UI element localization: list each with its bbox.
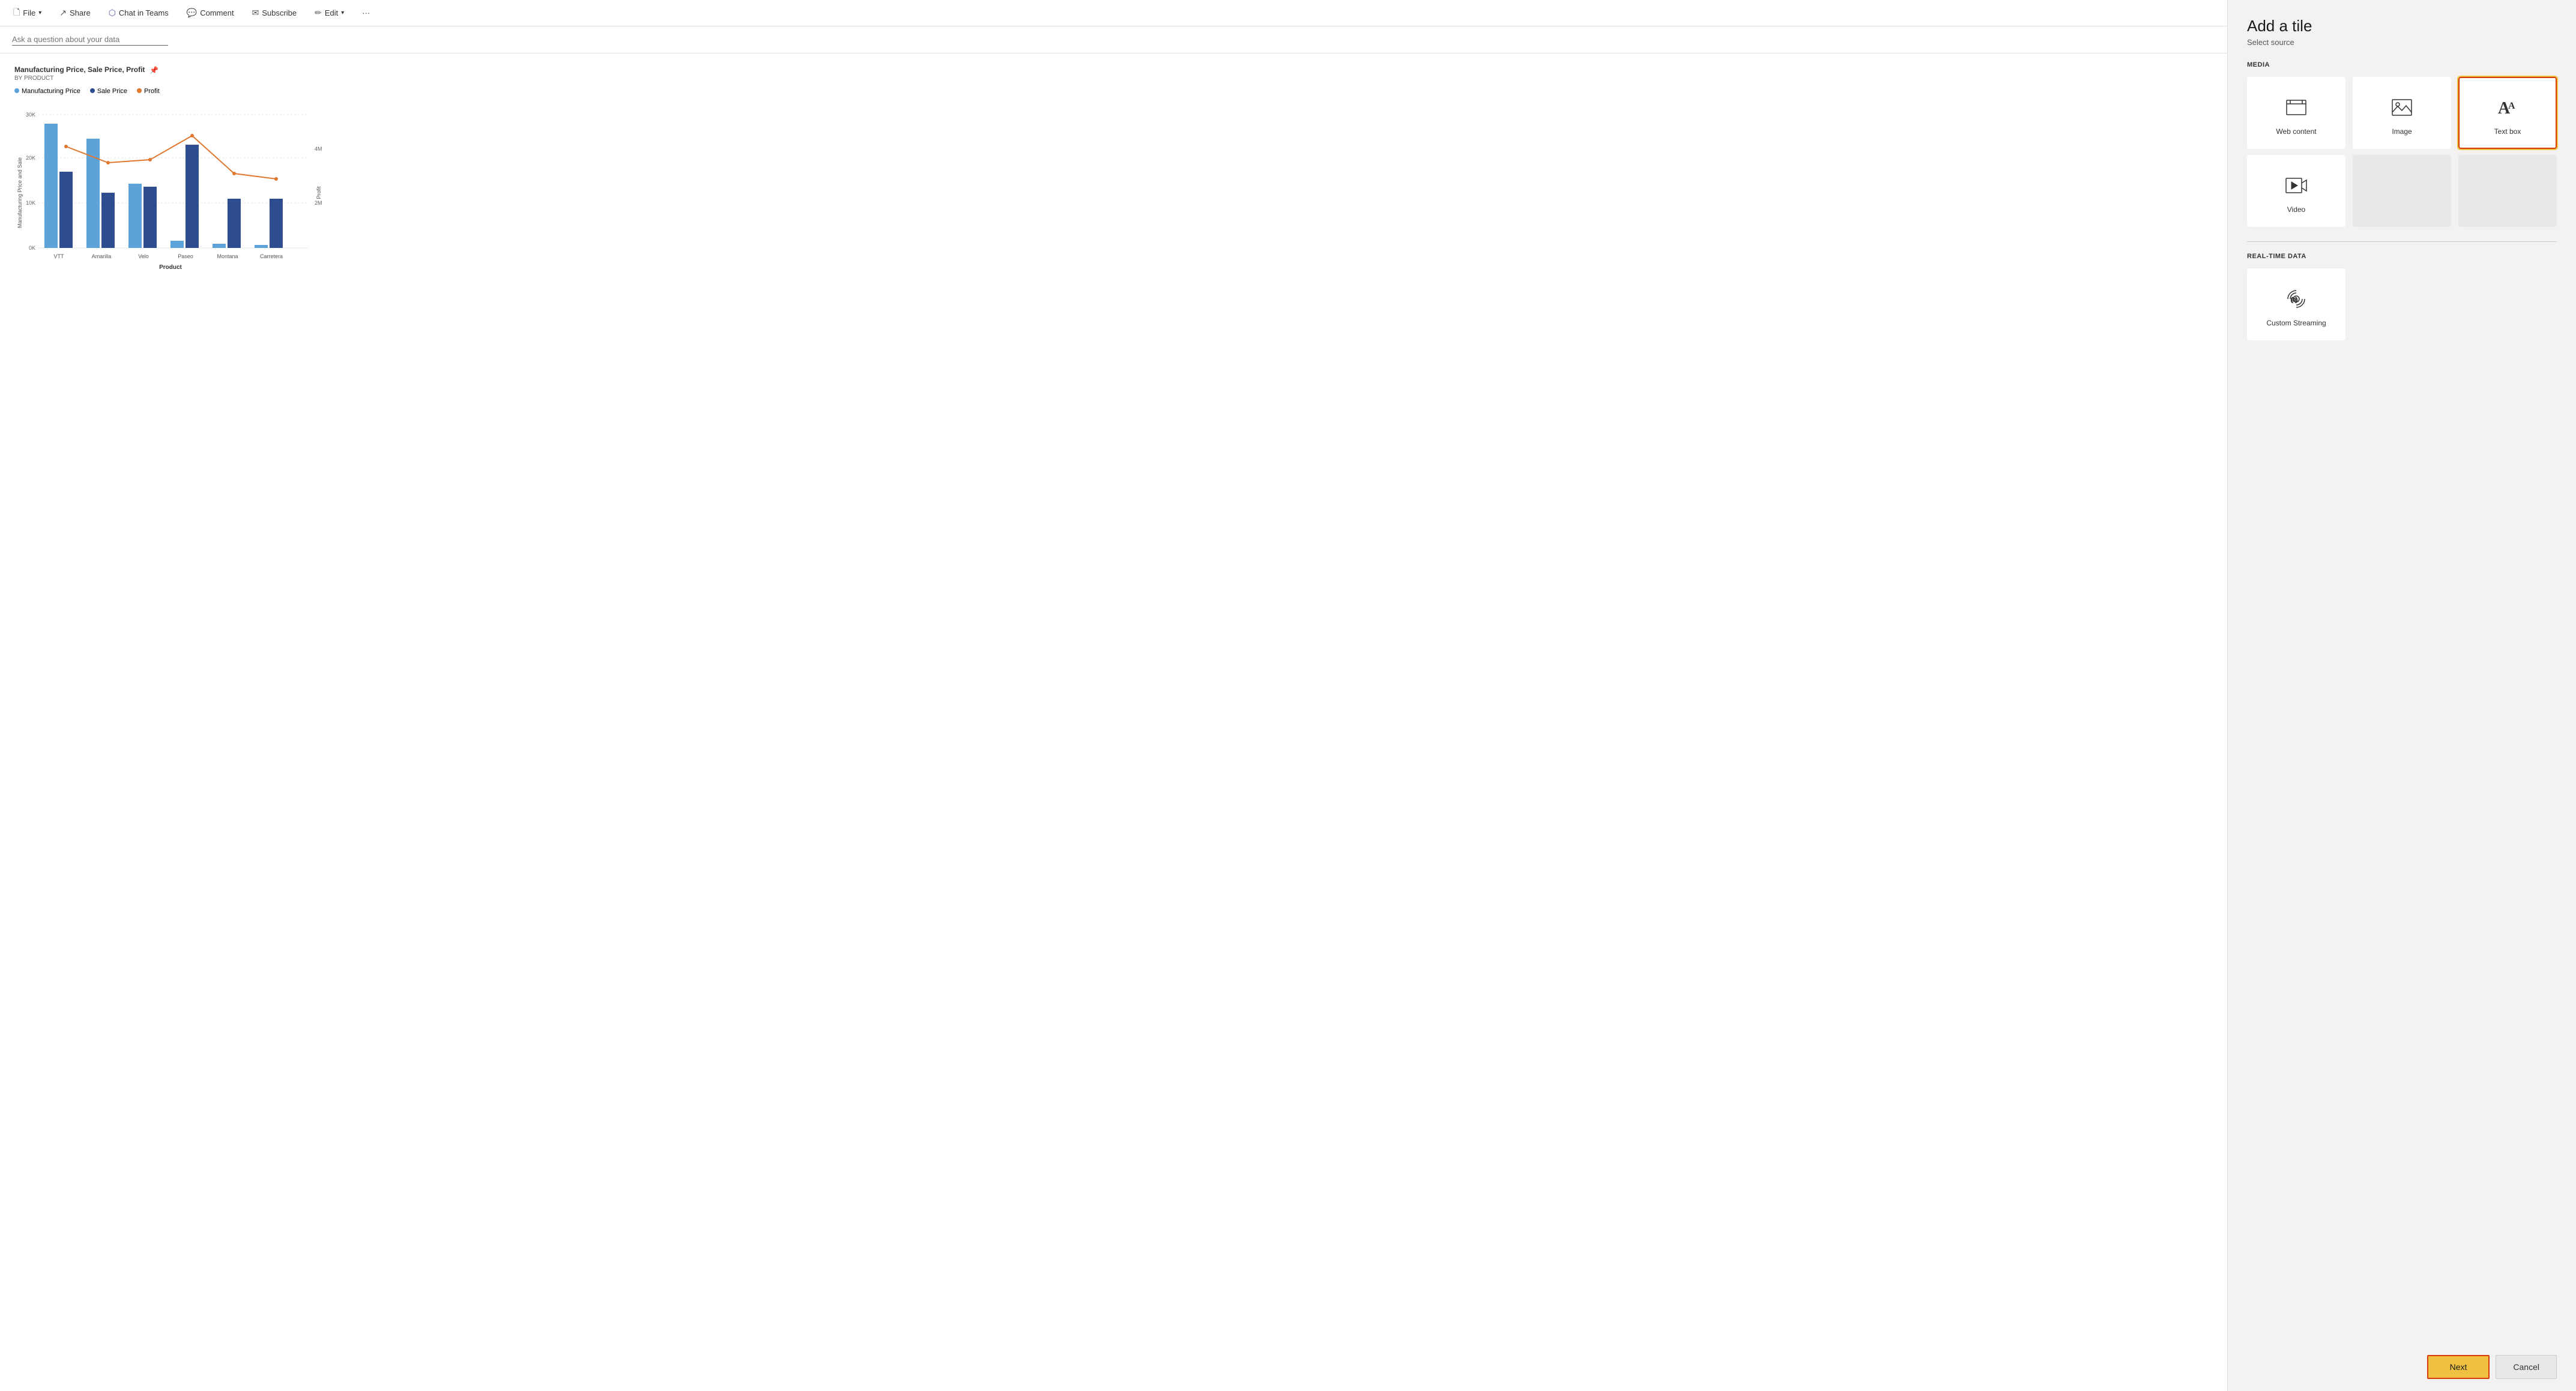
- video-label: Video: [2287, 205, 2305, 214]
- svg-text:Manufacturing Price and Sale: Manufacturing Price and Sale: [17, 157, 23, 228]
- text-box-label: Text box: [2494, 127, 2521, 136]
- media-tile-grid-2: Video: [2247, 155, 2557, 227]
- chat-label: Chat in Teams: [119, 8, 169, 17]
- svg-text:Paseo: Paseo: [178, 253, 193, 259]
- streaming-label: Custom Streaming: [2266, 319, 2326, 327]
- svg-text:Profit: Profit: [316, 186, 322, 199]
- legend-sale: Sale Price: [90, 88, 127, 95]
- tile-empty-2: [2458, 155, 2557, 227]
- file-icon: 🗋: [13, 6, 20, 20]
- file-menu[interactable]: 🗋 File ▾: [10, 4, 45, 23]
- more-menu-button[interactable]: ···: [358, 6, 373, 20]
- chart-pin-icon: 📌: [149, 66, 158, 74]
- comment-label: Comment: [200, 8, 234, 17]
- text-box-icon: A A: [2496, 95, 2520, 122]
- section-divider: [2247, 241, 2557, 242]
- cancel-button[interactable]: Cancel: [2496, 1355, 2557, 1379]
- share-button[interactable]: ↗ Share: [56, 5, 94, 20]
- svg-text:VTT: VTT: [54, 253, 65, 259]
- qa-input[interactable]: [12, 34, 168, 46]
- tile-empty-1: [2353, 155, 2451, 227]
- comment-button[interactable]: 💬 Comment: [183, 5, 238, 20]
- chart-svg: 30K 20K 10K 0K 4M 2M: [14, 100, 327, 292]
- media-section-label: MEDIA: [2247, 61, 2557, 68]
- svg-text:Amarilla: Amarilla: [92, 253, 112, 259]
- web-content-label: Web content: [2276, 127, 2316, 136]
- teams-icon: ⬡: [109, 8, 116, 18]
- chart-container: 30K 20K 10K 0K 4M 2M: [14, 100, 327, 292]
- realtime-section-label: REAL-TIME DATA: [2247, 253, 2557, 260]
- svg-text:4M: 4M: [315, 146, 322, 152]
- svg-text:Product: Product: [159, 264, 182, 271]
- legend-mfg: Manufacturing Price: [14, 88, 80, 95]
- chart-subtitle: BY PRODUCT: [14, 75, 2213, 82]
- svg-text:20K: 20K: [26, 155, 35, 161]
- chart-legend: Manufacturing Price Sale Price Profit: [14, 88, 2213, 95]
- share-icon: ↗: [59, 8, 67, 18]
- next-button[interactable]: Next: [2427, 1355, 2490, 1379]
- bottom-bar: Next Cancel: [2247, 1343, 2557, 1379]
- realtime-tile-grid: (o) Custom Streaming: [2247, 268, 2557, 340]
- panel-subtitle: Select source: [2247, 38, 2557, 47]
- chevron-down-icon: ▾: [38, 10, 41, 16]
- left-panel: 🗋 File ▾ ↗ Share ⬡ Chat in Teams 💬 Comme…: [0, 0, 2228, 1391]
- panel-title: Add a tile: [2247, 17, 2557, 35]
- more-label: ···: [362, 8, 370, 17]
- edit-chevron-icon: ▾: [341, 10, 344, 16]
- svg-text:(o): (o): [2291, 297, 2297, 303]
- legend-profit: Profit: [137, 88, 160, 95]
- svg-text:30K: 30K: [26, 112, 35, 118]
- svg-text:Velo: Velo: [138, 253, 149, 259]
- image-icon: [2390, 95, 2414, 122]
- chart-area: Manufacturing Price, Sale Price, Profit …: [0, 53, 2227, 1391]
- subscribe-button[interactable]: ✉ Subscribe: [249, 5, 301, 20]
- web-content-icon: [2284, 95, 2308, 122]
- svg-text:10K: 10K: [26, 200, 35, 206]
- file-label: File: [23, 8, 35, 17]
- image-label: Image: [2392, 127, 2412, 136]
- streaming-icon: (o): [2284, 287, 2308, 314]
- tile-video[interactable]: Video: [2247, 155, 2345, 227]
- right-panel: Add a tile Select source MEDIA Web conte…: [2228, 0, 2576, 1391]
- media-tile-grid: Web content Image A A Text box: [2247, 77, 2557, 149]
- svg-text:A: A: [2508, 101, 2515, 111]
- share-label: Share: [70, 8, 91, 17]
- top-bar: 🗋 File ▾ ↗ Share ⬡ Chat in Teams 💬 Comme…: [0, 0, 2227, 26]
- edit-icon: ✏: [315, 8, 322, 18]
- chat-in-teams-button[interactable]: ⬡ Chat in Teams: [105, 5, 172, 20]
- svg-text:0K: 0K: [29, 245, 35, 251]
- subscribe-label: Subscribe: [262, 8, 297, 17]
- tile-text-box[interactable]: A A Text box: [2458, 77, 2557, 149]
- edit-label: Edit: [325, 8, 338, 17]
- tile-web-content[interactable]: Web content: [2247, 77, 2345, 149]
- edit-button[interactable]: ✏ Edit ▾: [311, 5, 348, 20]
- subscribe-icon: ✉: [252, 8, 259, 18]
- tile-image[interactable]: Image: [2353, 77, 2451, 149]
- svg-text:Montana: Montana: [217, 253, 238, 259]
- comment-icon: 💬: [187, 8, 197, 18]
- qa-bar: [0, 26, 2227, 53]
- svg-text:2M: 2M: [315, 200, 322, 206]
- video-icon: [2284, 173, 2308, 201]
- chart-title: Manufacturing Price, Sale Price, Profit: [14, 65, 145, 74]
- svg-text:Carretera: Carretera: [260, 253, 283, 259]
- tile-custom-streaming[interactable]: (o) Custom Streaming: [2247, 268, 2345, 340]
